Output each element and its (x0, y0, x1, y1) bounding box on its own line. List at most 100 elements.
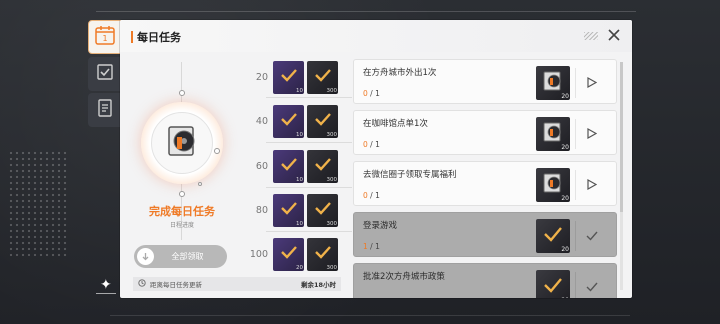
milestone-reward[interactable]: 300 (307, 193, 338, 227)
milestone-reward[interactable]: 10 (273, 193, 304, 227)
task-progress-total: / 1 (370, 191, 380, 200)
check-icon (280, 200, 298, 219)
milestone-threshold: 100 (249, 248, 268, 260)
reward-quantity: 10 (296, 87, 303, 94)
task-progress-current: 0 (363, 140, 368, 149)
frame-line-bottom (110, 315, 630, 316)
task-go-button[interactable] (584, 176, 600, 192)
checkmark-icon (586, 226, 598, 245)
milestone-reward[interactable]: 10 (273, 60, 304, 94)
play-icon (587, 175, 598, 194)
task-done-indicator (584, 278, 600, 294)
task-reward: 20 (536, 270, 570, 298)
task-progress-total: / 1 (370, 140, 380, 149)
dot-pattern-decoration (8, 150, 68, 260)
check-icon (314, 111, 332, 130)
calendar-day-label: 1 (102, 34, 107, 43)
task-progress: 0 / 1 (363, 140, 380, 149)
tab-record[interactable] (88, 93, 122, 127)
task-reward-quantity: 20 (561, 246, 569, 253)
milestone-reward[interactable]: 300 (307, 60, 338, 94)
refresh-label: 距离每日任务更新 (150, 281, 202, 289)
task-progress: 0 / 1 (363, 191, 380, 200)
checkmark-icon (586, 277, 598, 296)
frame-line-top (96, 11, 636, 12)
milestone-row: 20 10 300 (246, 58, 346, 96)
check-icon (542, 276, 564, 298)
progress-badge (151, 112, 213, 174)
task-list[interactable]: 在方舟城市外出1次 0 / 1 20 在咖啡馆点单1次 0 / 1 20 去微信… (353, 59, 617, 298)
task-row: 在方舟城市外出1次 0 / 1 20 (353, 59, 617, 104)
progress-section: 完成每日任务 日程进度 全部领取 距离每日任务更新 剩余18小时 20 10 3… (120, 52, 352, 298)
task-name: 去微信圈子领取专属福利 (363, 170, 457, 180)
claim-all-button[interactable]: 全部领取 (134, 245, 227, 268)
task-divider (575, 68, 576, 98)
task-progress-total: / 1 (370, 89, 380, 98)
task-reward: 20 (536, 219, 570, 253)
daily-task-panel: 每日任务 完成每日任务 日程进度 全部领取 距离每日任务更新 剩余18小时 20… (120, 20, 632, 298)
task-divider (575, 272, 576, 298)
clock-icon (138, 279, 146, 289)
task-row: 在咖啡馆点单1次 0 / 1 20 (353, 110, 617, 155)
milestone-reward[interactable]: 10 (273, 104, 304, 138)
task-reward[interactable]: 20 (536, 66, 570, 100)
disc-icon (163, 122, 201, 164)
track-node (179, 90, 185, 96)
milestone-reward[interactable]: 300 (307, 104, 338, 138)
scrollbar-thumb[interactable] (620, 62, 623, 212)
document-icon (95, 98, 115, 122)
tab-weekly[interactable] (88, 57, 122, 91)
milestone-threshold: 20 (255, 71, 268, 83)
check-icon (280, 67, 298, 86)
reward-quantity: 300 (326, 220, 338, 227)
task-list-scrollbar[interactable] (620, 62, 623, 290)
milestone-row: 100 20 300 (246, 235, 346, 273)
task-divider (575, 170, 576, 200)
task-row: 去微信圈子领取专属福利 0 / 1 20 (353, 161, 617, 206)
milestone-divider (266, 142, 352, 143)
reward-quantity: 300 (326, 176, 338, 183)
task-go-button[interactable] (584, 125, 600, 141)
close-button[interactable] (606, 28, 622, 44)
play-icon (587, 73, 598, 92)
milestone-reward[interactable]: 10 (273, 149, 304, 183)
tab-daily[interactable]: 1 (88, 20, 122, 54)
task-reward[interactable]: 20 (536, 117, 570, 151)
milestone-threshold: 60 (255, 160, 268, 172)
track-node (198, 182, 202, 186)
sparkle-icon: ✦ (100, 277, 112, 293)
milestone-row: 40 10 300 (246, 102, 346, 140)
track-node (214, 148, 220, 154)
task-progress: 0 / 1 (363, 89, 380, 98)
task-progress-total: / 1 (370, 242, 380, 251)
reward-quantity: 300 (326, 264, 338, 271)
task-progress-current: 1 (363, 242, 368, 251)
milestone-reward[interactable]: 300 (307, 149, 338, 183)
milestone-divider (266, 97, 352, 98)
milestone-divider (266, 187, 352, 188)
check-icon (280, 156, 298, 175)
task-reward[interactable]: 20 (536, 168, 570, 202)
task-reward-quantity: 20 (561, 93, 569, 100)
claim-all-label: 全部领取 (171, 252, 204, 261)
refresh-timer-bar: 距离每日任务更新 剩余18小时 (133, 277, 341, 291)
header-stripes-decoration (584, 32, 598, 40)
milestone-reward[interactable]: 20 (273, 237, 304, 271)
reward-quantity: 20 (296, 264, 303, 271)
close-icon (607, 27, 621, 46)
milestone-threshold: 80 (255, 204, 268, 216)
task-divider (575, 119, 576, 149)
title-accent-bar (131, 31, 133, 43)
task-reward-quantity: 20 (561, 195, 569, 202)
check-icon (280, 244, 298, 263)
play-icon (587, 124, 598, 143)
milestone-reward[interactable]: 300 (307, 237, 338, 271)
check-icon (280, 111, 298, 130)
task-go-button[interactable] (584, 74, 600, 90)
task-done-indicator (584, 227, 600, 243)
task-row-completed: 登录游戏 1 / 1 20 (353, 212, 617, 257)
task-row-completed: 批准2次方舟城市政策 20 (353, 263, 617, 298)
reward-quantity: 10 (296, 131, 303, 138)
task-progress-current: 0 (363, 191, 368, 200)
task-name: 在方舟城市外出1次 (363, 68, 437, 78)
